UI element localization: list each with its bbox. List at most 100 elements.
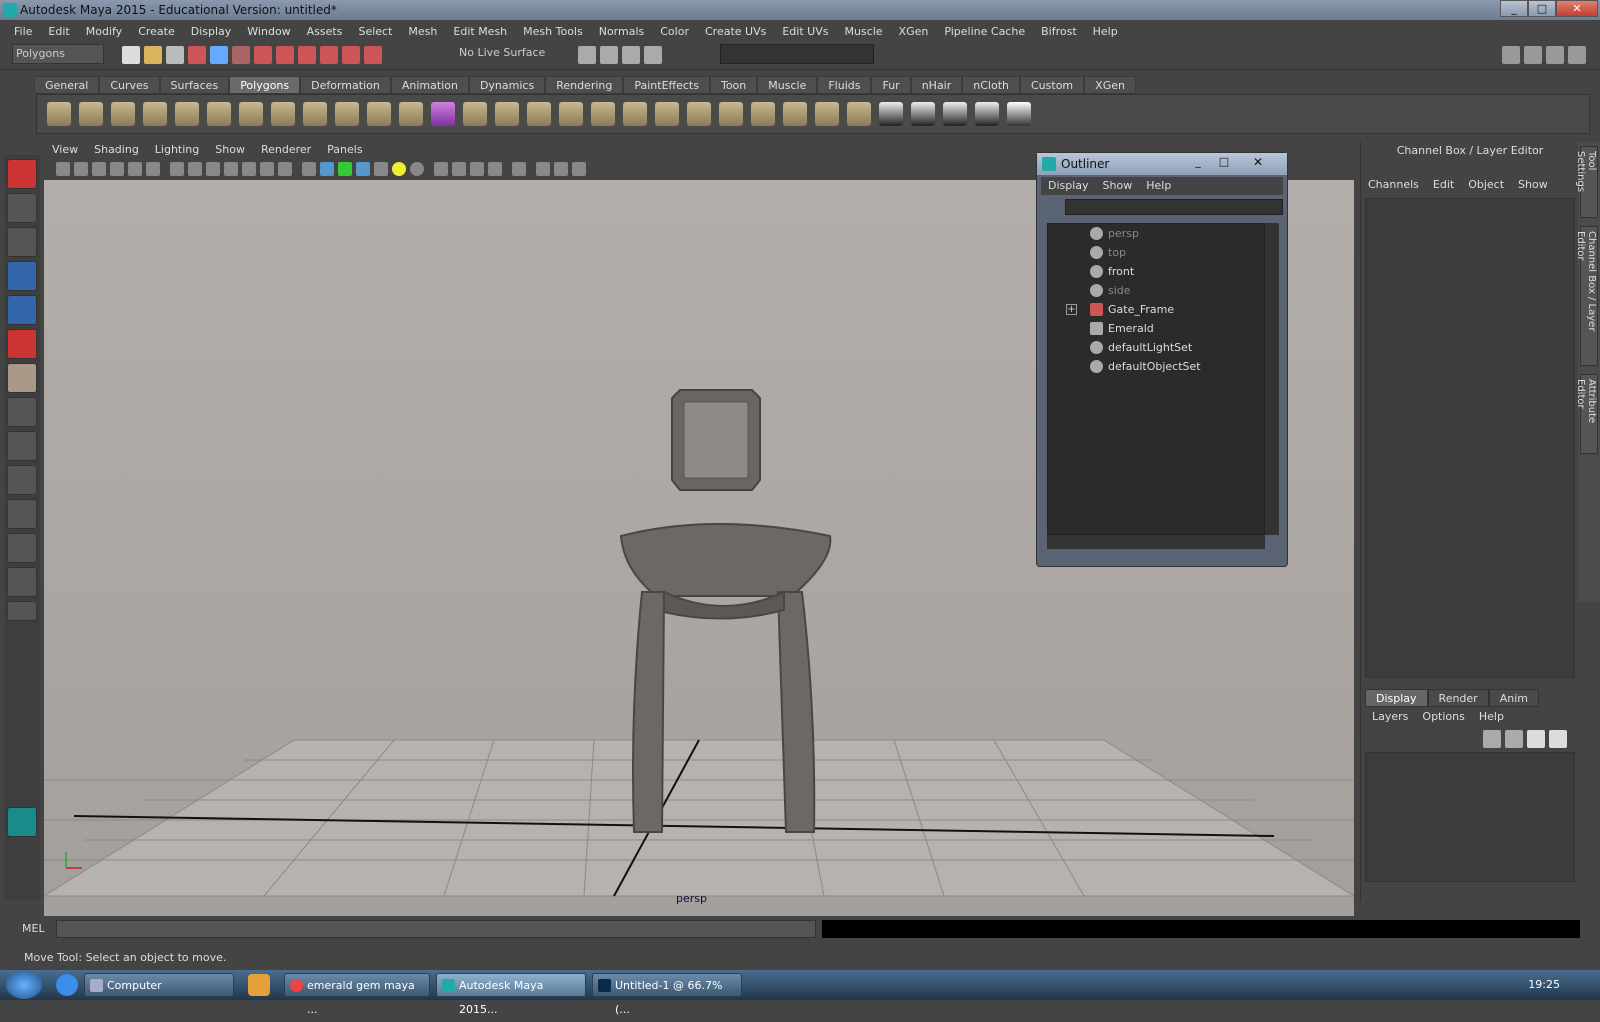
hypershade-layout-icon[interactable] (7, 533, 37, 563)
shelf-tab-xgen[interactable]: XGen (1084, 76, 1136, 94)
menu-color[interactable]: Color (652, 25, 697, 38)
maximize-button[interactable]: □ (1528, 0, 1556, 17)
select-by-component-icon[interactable] (232, 46, 250, 64)
more-layouts-icon[interactable] (7, 601, 37, 621)
menu-xgen[interactable]: XGen (891, 25, 937, 38)
shelf-tab-surfaces[interactable]: Surfaces (159, 76, 230, 94)
outliner-item-front[interactable]: front (1048, 262, 1258, 281)
outliner-item-side[interactable]: side (1048, 281, 1258, 300)
shelf-tab-fur[interactable]: Fur (871, 76, 911, 94)
snap-curve-icon[interactable] (276, 46, 294, 64)
separate-icon[interactable] (335, 102, 359, 126)
motion-blur-icon[interactable] (452, 162, 466, 176)
extrude-icon[interactable] (463, 102, 487, 126)
ipr-render-icon[interactable] (622, 46, 640, 64)
screen-space-ao-icon[interactable] (434, 162, 448, 176)
shelf-tab-ncloth[interactable]: nCloth (962, 76, 1020, 94)
camera-attributes-icon[interactable] (74, 162, 88, 176)
use-all-lights-icon[interactable] (392, 162, 406, 176)
isolate-select-icon[interactable] (512, 162, 526, 176)
share-icon[interactable] (572, 162, 586, 176)
safe-title-icon[interactable] (278, 162, 292, 176)
move-layer-down-icon[interactable] (1505, 730, 1523, 748)
delete-edge-icon[interactable] (719, 102, 743, 126)
side-tab-channel-box[interactable]: Channel Box / Layer Editor (1575, 226, 1598, 366)
last-tool-icon[interactable] (7, 363, 37, 393)
start-button[interactable] (6, 971, 42, 999)
outliner-maximize-button[interactable]: □ (1213, 155, 1235, 172)
checker-icon[interactable] (1007, 102, 1031, 126)
media-player-icon[interactable] (248, 974, 270, 996)
internet-explorer-icon[interactable] (56, 974, 78, 996)
outliner-search-field[interactable] (1065, 199, 1283, 215)
new-layer-from-selected-icon[interactable] (1549, 730, 1567, 748)
outliner-item-default-light-set[interactable]: defaultLightSet (1048, 338, 1258, 357)
shelf-tab-polygons[interactable]: Polygons (229, 76, 301, 94)
uv-editor-icon[interactable] (783, 102, 807, 126)
move-tool-icon[interactable] (7, 261, 37, 291)
move-layer-up-icon[interactable] (1483, 730, 1501, 748)
layer-menu-options[interactable]: Options (1415, 708, 1471, 726)
menu-edit-mesh[interactable]: Edit Mesh (445, 25, 515, 38)
rotate-tool-icon[interactable] (7, 295, 37, 325)
menu-muscle[interactable]: Muscle (836, 25, 890, 38)
channel-box-menu-channels[interactable]: Channels (1361, 176, 1426, 194)
channel-box-menu-edit[interactable]: Edit (1426, 176, 1461, 194)
outliner-item-top[interactable]: top (1048, 243, 1258, 262)
side-tab-tool-settings[interactable]: Tool Settings (1575, 146, 1598, 218)
layout-icon[interactable] (1568, 46, 1586, 64)
shelf-tab-muscle[interactable]: Muscle (757, 76, 818, 94)
shelf-tab-general[interactable]: General (34, 76, 100, 94)
extract-icon[interactable] (367, 102, 391, 126)
paint-select-tool-icon[interactable] (7, 227, 37, 257)
lasso-tool-icon[interactable] (7, 193, 37, 223)
field-chart-icon[interactable] (242, 162, 256, 176)
poly-cylinder-icon[interactable] (111, 102, 135, 126)
merge-icon[interactable] (687, 102, 711, 126)
outliner-menu-show[interactable]: Show (1096, 177, 1140, 195)
poly-plane-icon[interactable] (175, 102, 199, 126)
layer-tab-display[interactable]: Display (1365, 689, 1428, 707)
poly-sphere-icon[interactable] (47, 102, 71, 126)
split-polygon-icon[interactable] (559, 102, 583, 126)
outliner-menu-help[interactable]: Help (1139, 177, 1178, 195)
layer-menu-help[interactable]: Help (1472, 708, 1511, 726)
layer-tab-render[interactable]: Render (1427, 689, 1489, 707)
minimize-button[interactable]: _ (1500, 0, 1528, 17)
checker-icon[interactable] (911, 102, 935, 126)
anti-aliasing-icon[interactable] (470, 162, 484, 176)
grid-toggle-icon[interactable] (170, 162, 184, 176)
menu-edit-uvs[interactable]: Edit UVs (774, 25, 836, 38)
outliner-item-gate-frame[interactable]: + Gate_Frame (1048, 300, 1258, 319)
sculpt-icon[interactable] (751, 102, 775, 126)
close-button[interactable]: ✕ (1556, 0, 1598, 17)
menu-normals[interactable]: Normals (591, 25, 653, 38)
checker-icon[interactable] (879, 102, 903, 126)
shelf-tab-painteffects[interactable]: PaintEffects (623, 76, 710, 94)
render-view-icon[interactable] (578, 46, 596, 64)
film-gate-icon[interactable] (188, 162, 202, 176)
smooth-shade-icon[interactable] (320, 162, 334, 176)
shelf-tab-curves[interactable]: Curves (99, 76, 160, 94)
shelf-tab-nhair[interactable]: nHair (910, 76, 963, 94)
viewport-menu-renderer[interactable]: Renderer (253, 142, 319, 158)
shelf-tab-fluids[interactable]: Fluids (817, 76, 872, 94)
insert-edge-loop-icon[interactable] (591, 102, 615, 126)
taskbar-maya[interactable]: Autodesk Maya 2015... (436, 973, 586, 1016)
offset-edge-loop-icon[interactable] (623, 102, 647, 126)
textured-icon[interactable] (374, 162, 388, 176)
menu-mesh[interactable]: Mesh (400, 25, 445, 38)
menu-assets[interactable]: Assets (299, 25, 351, 38)
new-scene-icon[interactable] (122, 46, 140, 64)
save-scene-icon[interactable] (166, 46, 184, 64)
wireframe-icon[interactable] (302, 162, 316, 176)
smooth-icon[interactable] (399, 102, 423, 126)
menu-edit[interactable]: Edit (40, 25, 77, 38)
wireframe-on-shaded-icon[interactable] (338, 162, 352, 176)
outliner-horizontal-scrollbar[interactable] (1047, 535, 1265, 549)
menu-modify[interactable]: Modify (78, 25, 130, 38)
menu-select[interactable]: Select (350, 25, 400, 38)
select-by-hierarchy-icon[interactable] (188, 46, 206, 64)
poly-cone-icon[interactable] (143, 102, 167, 126)
snap-view-plane-icon[interactable] (320, 46, 338, 64)
